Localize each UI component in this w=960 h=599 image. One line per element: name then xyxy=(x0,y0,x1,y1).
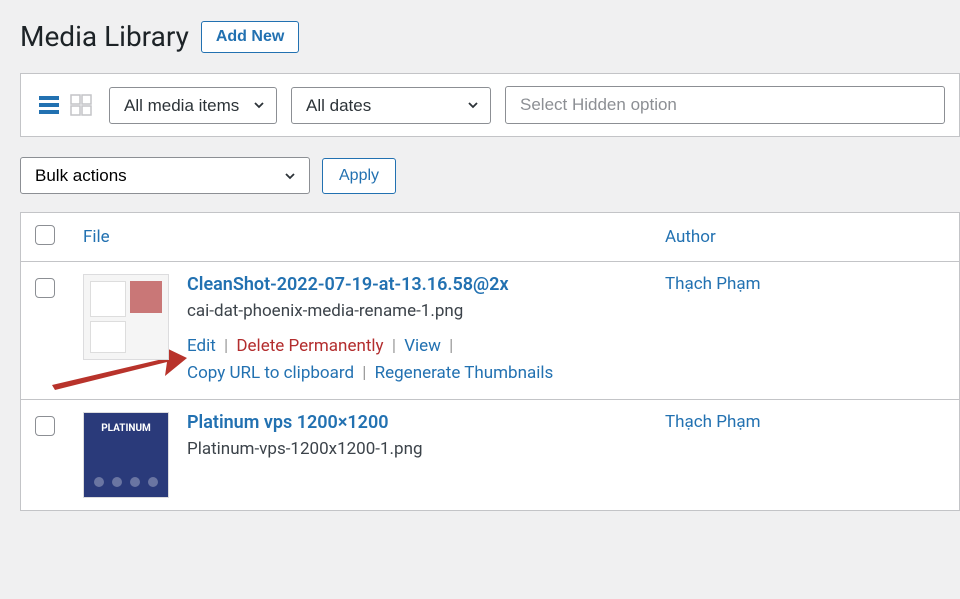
thumbnail: PLATINUM xyxy=(83,412,169,498)
delete-permanently-link[interactable]: Delete Permanently xyxy=(236,336,383,356)
thumbnail xyxy=(83,274,169,360)
media-type-filter[interactable]: All media items xyxy=(109,87,277,124)
row-actions: Edit | Delete Permanently | View | Copy … xyxy=(187,333,665,387)
add-new-button[interactable]: Add New xyxy=(201,21,299,53)
list-icon xyxy=(37,93,61,117)
select-all-checkbox[interactable] xyxy=(35,225,55,245)
grid-view-toggle[interactable] xyxy=(67,91,95,119)
thumb-label: PLATINUM xyxy=(84,423,168,434)
file-name-label: cai-dat-phoenix-media-rename-1.png xyxy=(187,301,665,321)
filters-bar: All media items All dates xyxy=(20,73,960,137)
table-header: File Author xyxy=(21,213,959,262)
media-table: File Author CleanShot-2022-07-19-at-13.1… xyxy=(20,212,960,511)
file-title-link[interactable]: CleanShot-2022-07-19-at-13.16.58@2x xyxy=(187,274,665,295)
grid-icon xyxy=(69,93,93,117)
row-checkbox[interactable] xyxy=(35,278,55,298)
date-filter[interactable]: All dates xyxy=(291,87,491,124)
page-title: Media Library xyxy=(20,20,189,53)
table-row: CleanShot-2022-07-19-at-13.16.58@2x cai-… xyxy=(21,262,959,400)
list-view-toggle[interactable] xyxy=(35,91,63,119)
column-author-header[interactable]: Author xyxy=(665,227,716,247)
view-link[interactable]: View xyxy=(404,336,441,356)
bulk-actions-select[interactable]: Bulk actions xyxy=(20,157,310,194)
copy-url-link[interactable]: Copy URL to clipboard xyxy=(187,363,354,383)
author-link[interactable]: Thạch Phạm xyxy=(665,412,760,432)
author-link[interactable]: Thạch Phạm xyxy=(665,274,760,294)
file-name-label: Platinum-vps-1200x1200-1.png xyxy=(187,439,665,459)
edit-link[interactable]: Edit xyxy=(187,336,216,356)
regenerate-thumbnails-link[interactable]: Regenerate Thumbnails xyxy=(375,363,554,383)
apply-button[interactable]: Apply xyxy=(322,158,396,194)
table-row: PLATINUM Platinum vps 1200×1200 Platinum… xyxy=(21,400,959,510)
file-title-link[interactable]: Platinum vps 1200×1200 xyxy=(187,412,665,433)
row-checkbox[interactable] xyxy=(35,416,55,436)
column-file-header[interactable]: File xyxy=(83,227,110,247)
hidden-option-select[interactable] xyxy=(505,86,945,124)
